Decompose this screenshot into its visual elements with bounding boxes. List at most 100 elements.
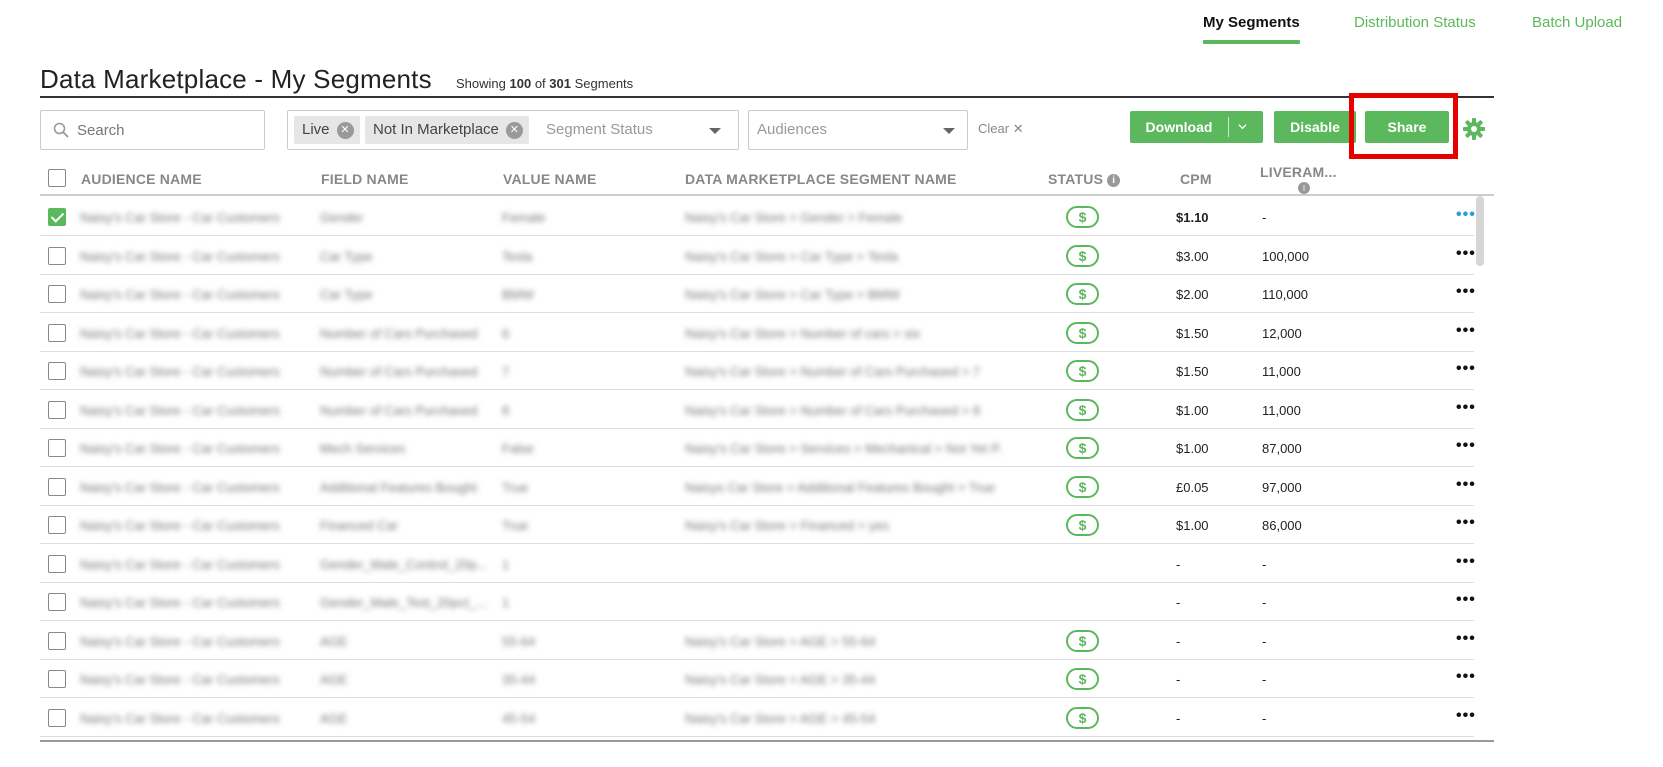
row-checkbox[interactable] [48,439,66,457]
disable-button[interactable]: Disable [1274,111,1356,143]
table-row[interactable]: Naisy's Car Store - Car Customers Car Typ… [40,275,1476,313]
chevron-down-icon[interactable] [709,128,721,134]
table-row[interactable]: Naisy's Car Store - Car Customers AGE 35-4… [40,660,1476,698]
cpm-cell: $3.00 [1176,248,1209,264]
download-label: Download [1145,119,1213,135]
field-name-cell: Car Type [320,287,373,302]
more-options-icon[interactable]: ••• [1456,514,1476,532]
liveramp-cell: - [1262,210,1267,225]
cpm-cell: - [1176,595,1181,610]
row-checkbox[interactable] [48,631,66,650]
col-value-name[interactable]: VALUE NAME [503,171,597,187]
more-options-icon[interactable]: ••• [1456,399,1476,417]
row-checkbox[interactable] [48,708,66,727]
info-icon: i [1107,174,1121,187]
dollar-icon: $ [1066,244,1099,267]
table-row[interactable]: Naisy's Car Store - Car Customers AGE 45-5… [40,699,1476,737]
download-button[interactable]: Download [1130,111,1263,143]
audience-name-cell: Naisy's Car Store - Car Customers [80,402,280,418]
more-options-icon[interactable]: ••• [1456,707,1476,725]
col-cpm[interactable]: CPM [1180,171,1212,187]
row-checkbox[interactable] [48,400,66,419]
audiences-select[interactable]: Audiences [748,110,968,150]
clear-filters-button[interactable]: Clear ✕ [978,121,1024,137]
audience-name-cell: Naisy's Car Store - Car Customers [80,325,280,341]
row-checkbox[interactable] [48,554,66,573]
more-options-icon[interactable]: ••• [1456,283,1476,301]
more-options-icon[interactable]: ••• [1456,360,1476,378]
field-name-cell: Mech Services [320,441,406,456]
value-name-cell: True [502,479,529,495]
more-options-icon[interactable]: ••• [1456,437,1476,455]
row-checkbox[interactable] [48,246,66,265]
table-row[interactable]: Naisy's Car Store - Car Customers Number … [40,391,1476,429]
more-options-icon[interactable]: ••• [1456,668,1476,686]
segment-name-cell: Naisy's Car Store > Financed > yes [685,518,890,533]
table-row[interactable]: Naisy's Car Store - Car Customers Gender_… [40,545,1476,583]
col-audience-name[interactable]: AUDIENCE NAME [81,171,202,187]
field-name-cell: Car Type [320,248,373,264]
table-row[interactable]: Naisy's Car Store - Car Customers Gender F… [40,198,1476,236]
cpm-cell: $1.50 [1176,364,1209,379]
dollar-icon: $ [1066,514,1099,536]
segment-name-cell: Naisy's Car Store > Car Type > Tesla [685,248,898,264]
liveramp-cell: 87,000 [1262,441,1302,456]
cpm-cell: $2.00 [1176,287,1209,302]
more-options-icon[interactable]: ••• [1456,322,1476,340]
row-checkbox[interactable] [48,285,66,303]
scrollbar[interactable] [1476,196,1484,266]
table-row[interactable]: Naisy's Car Store - Car Customers Number … [40,314,1476,352]
liveramp-cell: - [1262,595,1267,610]
tab-my-segments[interactable]: My Segments [1203,14,1300,44]
row-checkbox[interactable] [48,362,66,380]
result-count: Showing 100 of 301 Segments [456,76,634,91]
row-checkbox[interactable] [48,477,66,496]
row-checkbox[interactable] [48,516,66,534]
cpm-cell: $1.10 [1176,210,1209,225]
chevron-down-icon[interactable] [1238,122,1247,131]
table-row[interactable]: Naisy's Car Store - Car Customers Additio… [40,468,1476,506]
col-field-name[interactable]: FIELD NAME [321,171,409,187]
table-row[interactable]: Naisy's Car Store - Car Customers Gender_… [40,583,1476,621]
search-input[interactable] [77,119,257,141]
more-options-icon[interactable]: ••• [1456,630,1476,648]
segment-name-cell: Naisy's Car Store > Number of Cars Purch… [685,402,981,418]
table-row[interactable]: Naisy's Car Store - Car Customers Number … [40,352,1476,390]
more-options-icon[interactable]: ••• [1456,206,1476,224]
row-checkbox[interactable] [48,323,66,342]
tab-distribution-status[interactable]: Distribution Status [1354,14,1476,31]
remove-chip-icon[interactable]: ✕ [336,122,354,139]
audience-name-cell: Naisy's Car Store - Car Customers [80,556,280,572]
audience-name-cell: Naisy's Car Store - Car Customers [80,364,280,379]
segment-name-cell: Naisy's Car Store > AGE > 55-64 [685,633,876,649]
liveramp-cell: - [1262,633,1267,649]
table-row[interactable]: Naisy's Car Store - Car Customers AGE 55-6… [40,622,1476,660]
tab-batch-upload[interactable]: Batch Upload [1532,14,1622,31]
row-checkbox[interactable] [48,670,66,688]
row-checkbox[interactable] [48,208,66,226]
remove-chip-icon[interactable]: ✕ [505,122,523,139]
more-options-icon[interactable]: ••• [1456,476,1476,494]
search-icon [53,122,69,138]
liveramp-cell: - [1262,710,1267,726]
field-name-cell: Number of Cars Purchased [320,364,478,379]
select-all-checkbox[interactable] [48,169,66,187]
more-options-icon[interactable]: ••• [1456,591,1476,609]
col-liveramp[interactable]: LIVERAM... [1260,164,1337,180]
col-segment-name[interactable]: DATA MARKETPLACE SEGMENT NAME [685,171,957,187]
search-box[interactable] [40,110,265,150]
table-row[interactable]: Naisy's Car Store - Car Customers Car Typ… [40,237,1476,275]
chevron-down-icon[interactable] [943,128,955,134]
value-name-cell: 8 [502,402,510,418]
col-status[interactable]: STATUS i [1048,171,1121,187]
liveramp-cell: 11,000 [1262,364,1301,379]
gear-icon[interactable] [1462,117,1486,141]
table-row[interactable]: Naisy's Car Store - Car Customers Finance… [40,506,1476,544]
table-row[interactable]: Naisy's Car Store - Car Customers Mech Se… [40,429,1476,467]
row-checkbox[interactable] [48,593,66,611]
more-options-icon[interactable]: ••• [1456,553,1476,571]
segment-status-select[interactable]: Live ✕ Not In Marketplace ✕ Segment Status [287,110,739,150]
segment-name-cell: Naisy's Car Store > Car Type > BMW [685,287,900,302]
more-options-icon[interactable]: ••• [1456,245,1476,263]
top-nav: My Segments Distribution Status Batch Up… [0,0,1663,46]
